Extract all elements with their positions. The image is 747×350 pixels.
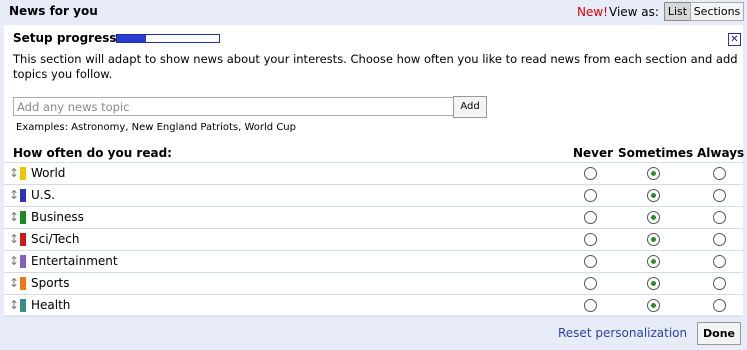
radio-sometimes[interactable] [647, 167, 660, 180]
topic-examples: Examples: Astronomy, New England Patriot… [16, 122, 296, 133]
section-row: ↕ Sci/Tech [4, 229, 743, 250]
radio-sometimes[interactable] [647, 233, 660, 246]
close-icon[interactable]: ✕ [728, 33, 741, 46]
drag-handle-icon[interactable]: ↕ [9, 211, 19, 224]
section-color-swatch [20, 211, 26, 224]
frequency-heading: How often do you read: [13, 146, 172, 160]
section-label: Business [31, 210, 84, 224]
section-row: ↕ Entertainment [4, 251, 743, 272]
news-for-you-panel: News for you New! View as: List Sections… [0, 0, 747, 350]
setup-box: Setup progress: ✕ This section will adap… [4, 25, 745, 317]
drag-handle-icon[interactable]: ↕ [9, 255, 19, 268]
radio-never[interactable] [584, 233, 597, 246]
section-color-swatch [20, 167, 26, 180]
drag-handle-icon[interactable]: ↕ [9, 277, 19, 290]
drag-handle-icon[interactable]: ↕ [9, 233, 19, 246]
section-row: ↕ Business [4, 207, 743, 228]
drag-handle-icon[interactable]: ↕ [9, 189, 19, 202]
drag-handle-icon[interactable]: ↕ [9, 299, 19, 312]
section-color-swatch [20, 189, 26, 202]
section-color-swatch [20, 299, 26, 312]
setup-progress-label: Setup progress: [13, 31, 122, 45]
column-always: Always [697, 146, 745, 160]
add-topic-button[interactable]: Add [453, 96, 487, 118]
section-color-swatch [20, 255, 26, 268]
sections-view-button[interactable]: Sections [690, 2, 744, 21]
radio-always[interactable] [713, 277, 726, 290]
section-label: U.S. [31, 188, 56, 202]
section-color-swatch [20, 233, 26, 246]
section-row: ↕ Sports [4, 273, 743, 294]
view-as-label: View as: [609, 5, 659, 19]
radio-always[interactable] [713, 255, 726, 268]
reset-personalization-link[interactable]: Reset personalization [558, 326, 687, 340]
radio-sometimes[interactable] [647, 189, 660, 202]
setup-description: This section will adapt to show news abo… [13, 52, 738, 81]
radio-never[interactable] [584, 299, 597, 312]
radio-sometimes[interactable] [647, 277, 660, 290]
section-label: Sports [31, 276, 70, 290]
radio-sometimes[interactable] [647, 299, 660, 312]
radio-never[interactable] [584, 255, 597, 268]
done-button[interactable]: Done [697, 322, 741, 345]
drag-handle-icon[interactable]: ↕ [9, 167, 19, 180]
section-label: Entertainment [31, 254, 118, 268]
radio-never[interactable] [584, 277, 597, 290]
radio-never[interactable] [584, 167, 597, 180]
setup-progress-fill [117, 35, 146, 42]
radio-always[interactable] [713, 233, 726, 246]
radio-sometimes[interactable] [647, 255, 660, 268]
row-divider [4, 316, 743, 317]
column-sometimes: Sometimes [618, 146, 694, 160]
radio-always[interactable] [713, 211, 726, 224]
radio-always[interactable] [713, 299, 726, 312]
radio-sometimes[interactable] [647, 211, 660, 224]
panel-header: News for you New! View as: List Sections [0, 0, 747, 23]
radio-always[interactable] [713, 167, 726, 180]
section-color-swatch [20, 277, 26, 290]
new-badge: New! [577, 5, 608, 19]
section-label: Sci/Tech [31, 232, 80, 246]
radio-never[interactable] [584, 211, 597, 224]
panel-title: News for you [9, 4, 98, 18]
setup-progress-bar [116, 34, 220, 43]
radio-always[interactable] [713, 189, 726, 202]
section-row: ↕ Health [4, 295, 743, 316]
section-row: ↕ World [4, 163, 743, 184]
section-label: World [31, 166, 66, 180]
column-never: Never [573, 146, 614, 160]
news-topic-input[interactable] [13, 97, 455, 116]
section-label: Health [31, 298, 71, 312]
list-view-button[interactable]: List [664, 2, 691, 21]
radio-never[interactable] [584, 189, 597, 202]
section-row: ↕ U.S. [4, 185, 743, 206]
